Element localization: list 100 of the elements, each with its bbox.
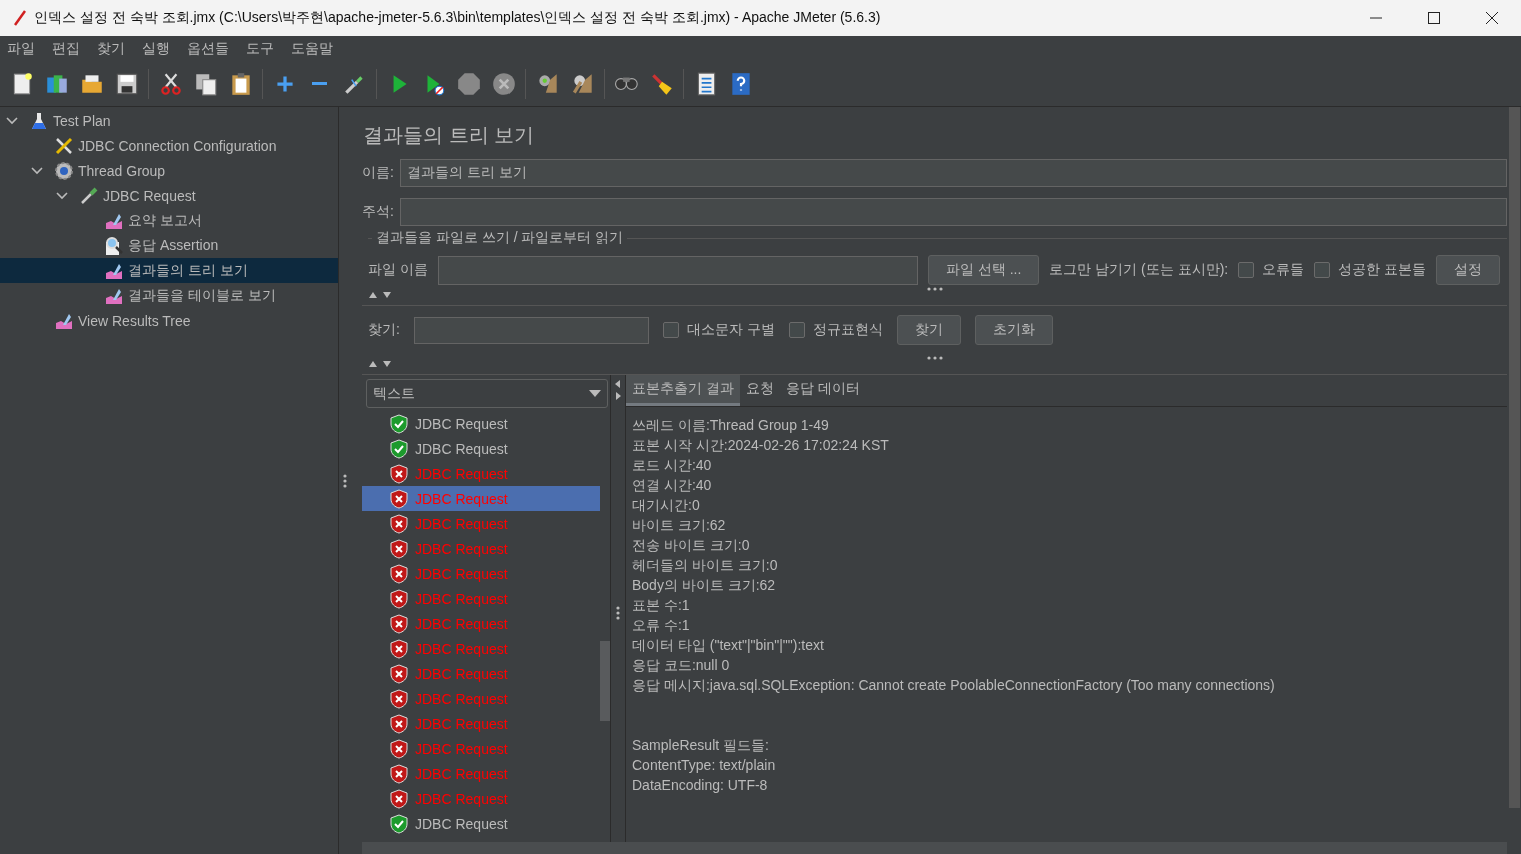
binoculars-icon [615, 77, 638, 90]
result-label: JDBC Request [415, 665, 508, 682]
search-field[interactable] [413, 316, 649, 344]
dropdown-arrow-icon [589, 389, 601, 398]
result-line: 응답 코드:null 0 [632, 656, 731, 675]
flask-icon [29, 110, 49, 131]
magnifier-icon [104, 235, 124, 256]
menu-item[interactable]: 옵션들 [180, 39, 237, 58]
result-line: ContentType: text/plain [632, 756, 777, 775]
scrollbar-thumb[interactable] [600, 641, 610, 721]
result-label: JDBC Request [415, 715, 508, 732]
group-title: 결과들을 파일로 쓰기 / 파일로부터 읽기 [372, 229, 628, 247]
tree-item[interactable]: JDBC Connection Configuration [0, 133, 338, 158]
panel-title: 결과들의 트리 보기 [363, 123, 536, 148]
feather-icon [12, 10, 28, 26]
collapse-arrows-icon[interactable] [368, 291, 392, 299]
maximize-icon [1427, 11, 1441, 25]
comment-label: 주석: [362, 203, 394, 221]
result-label: JDBC Request [415, 815, 508, 832]
result-label: JDBC Request [415, 565, 508, 582]
find-button[interactable]: 찾기 [896, 315, 961, 345]
tree-item[interactable]: Thread Group [0, 158, 338, 183]
checkbox[interactable] [788, 322, 805, 338]
result-label: JDBC Request [415, 515, 508, 532]
name-label: 이름: [362, 164, 394, 182]
pipette-icon [79, 185, 99, 206]
result-label: JDBC Request [415, 790, 508, 807]
horizontal-scrollbar[interactable] [362, 842, 1507, 854]
result-line: 표본 수:1 [632, 596, 691, 615]
checkbox[interactable] [1238, 262, 1255, 278]
renderer-dropdown[interactable]: 텍스트 [366, 379, 608, 408]
result-item[interactable]: JDBC Request [362, 411, 600, 436]
result-label: JDBC Request [415, 590, 508, 607]
result-line: DataEncoding: UTF-8 [632, 776, 769, 795]
stop-icon [455, 70, 482, 97]
reset-button[interactable]: 초기화 [974, 315, 1053, 345]
tree-item[interactable]: Test Plan [0, 108, 338, 133]
result-label: JDBC Request [415, 440, 508, 457]
name-field[interactable]: 결과들의 트리 보기 [399, 159, 1507, 187]
menu-item[interactable]: 편집 [45, 39, 88, 58]
vertical-scrollbar[interactable] [1509, 107, 1520, 808]
checkbox[interactable] [1314, 262, 1331, 278]
log-label: 로그만 남기기 (또는 표시만): [1049, 261, 1229, 279]
result-label: JDBC Request [415, 415, 508, 432]
result-label: JDBC Request [415, 465, 508, 482]
result-label: JDBC Request [415, 615, 508, 632]
tree-item[interactable]: 요약 보고서 [0, 208, 338, 233]
checkbox-label: 대소문자 구별 [686, 321, 775, 339]
splitter-handle[interactable] [926, 287, 943, 291]
tree-item[interactable]: JDBC Request [0, 183, 338, 208]
splitter-handle[interactable] [616, 606, 620, 620]
menu-item[interactable]: 도구 [239, 39, 282, 58]
tab[interactable]: 응답 데이터 [779, 375, 866, 406]
menu-item[interactable]: 실행 [135, 39, 178, 58]
splitter-handle[interactable] [926, 356, 943, 360]
minimize-icon [1369, 17, 1383, 19]
result-label: JDBC Request [415, 690, 508, 707]
result-line: 헤더들의 바이트 크기:0 [632, 556, 779, 575]
result-label: JDBC Request [415, 490, 508, 507]
checkbox[interactable] [662, 322, 679, 338]
result-item[interactable]: JDBC Request [362, 436, 600, 461]
splitter-handle[interactable] [342, 473, 347, 488]
result-line: 대기시간:0 [632, 496, 701, 515]
result-line: 연결 시간:40 [632, 476, 713, 495]
collapse-arrows-icon[interactable] [614, 379, 622, 401]
window-title: 인덱스 설정 전 숙박 조회.jmx (C:\Users\박주현\apache-jmeter-5.6.3\bin\templates\인덱스 설정 전 숙박 조회.jmx) - Apache JMeter (5.6.3) [34, 9, 882, 27]
comment-field[interactable] [399, 198, 1507, 226]
tree-item[interactable]: 결과들의 트리 보기 [0, 258, 338, 283]
result-line: 바이트 크기:62 [632, 516, 727, 535]
tree-item[interactable]: 응답 Assertion [0, 233, 338, 258]
result-item[interactable]: JDBC Request [362, 811, 600, 836]
tab[interactable]: 표본추출기 결과 [626, 375, 740, 406]
result-label: JDBC Request [415, 765, 508, 782]
configure-button[interactable]: 설정 [1436, 255, 1501, 285]
tree-item[interactable]: View Results Tree [0, 308, 338, 333]
browse-button[interactable]: 파일 선택 ... [927, 255, 1040, 285]
menu-item[interactable]: 찾기 [90, 39, 133, 58]
result-line: SampleResult 필드들: [632, 736, 770, 755]
result-label: JDBC Request [415, 540, 508, 557]
result-line: 응답 메시지:java.sql.SQLException: Cannot create PoolableConnectionFactory (Too many connections) [632, 676, 1276, 695]
result-line: 전송 바이트 크기:0 [632, 536, 751, 555]
result-label: JDBC Request [415, 640, 508, 657]
tree-item[interactable]: 결과들을 테이블로 보기 [0, 283, 338, 308]
tools-icon [54, 135, 74, 156]
result-line: 쓰레드 이름:Thread Group 1-49 [632, 416, 830, 435]
filename-label: 파일 이름 [368, 261, 428, 279]
shutdown-icon [490, 70, 517, 97]
gear-icon [54, 160, 74, 181]
search-label: 찾기: [368, 321, 400, 339]
close-icon [1485, 11, 1499, 25]
tab[interactable]: 요청 [739, 375, 780, 406]
filename-field[interactable] [437, 255, 918, 285]
result-line: 표본 시작 시간:2024-02-26 17:02:24 KST [632, 436, 890, 455]
result-line: Body의 바이트 크기:62 [632, 576, 777, 595]
menu-item[interactable]: 파일 [0, 39, 43, 58]
collapse-arrows-icon[interactable] [368, 360, 392, 368]
result-label: JDBC Request [415, 740, 508, 757]
menu-item[interactable]: 도움말 [284, 39, 341, 58]
minus-icon [311, 81, 328, 86]
result-line: 로드 시간:40 [632, 456, 713, 475]
